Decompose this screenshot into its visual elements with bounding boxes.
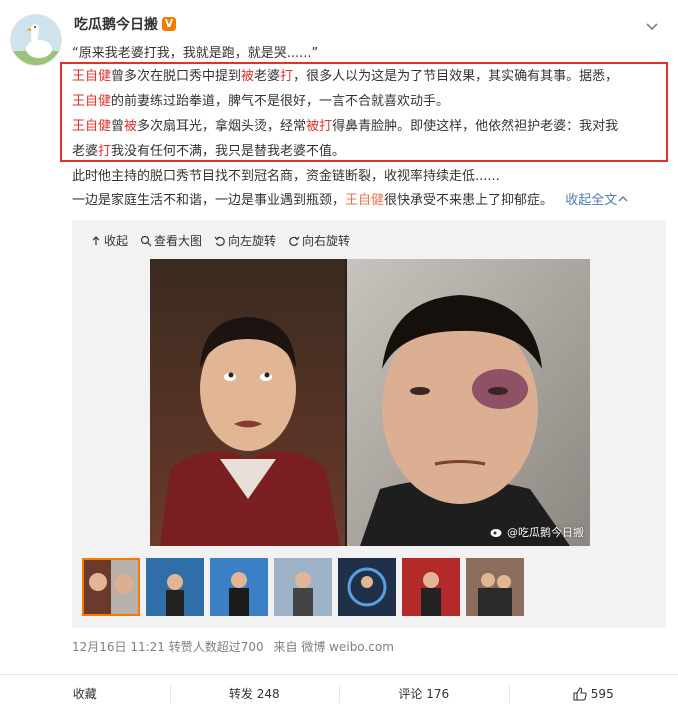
thumbnail-image [146, 558, 204, 616]
favorite-label: 收藏 [72, 687, 97, 701]
quote-text: “原来我老婆打我，我就是跑，就是哭......” [72, 46, 319, 61]
rotate-right-icon [289, 236, 300, 246]
text-span: 老婆 [72, 144, 99, 159]
text-span: 此时他主持的脱口秀节目找不到冠名商，资金链断裂，收视率持续走低...... [72, 169, 500, 184]
thumbnail[interactable] [82, 558, 140, 616]
post-quote: “原来我老婆打我，我就是跑，就是哭......” [72, 42, 318, 61]
forward-button[interactable]: 转发 248 [169, 675, 340, 712]
chevron-up-icon [618, 196, 628, 202]
author-name-label: 吃瓜鹅今日搬 [74, 17, 158, 33]
name-link[interactable]: 王自健 [345, 193, 384, 208]
text-span: 一边是家庭生活不和谐，一边是事业遇到瓶颈， [72, 193, 346, 208]
name-highlight: 王自健 [72, 119, 112, 134]
action-bar: 收藏 转发 248 评论 176 595 [0, 674, 678, 712]
thumbnail-image [274, 558, 332, 616]
thumbnail-image [466, 558, 524, 616]
word-highlight: 打 [280, 69, 294, 84]
text-span: 很快承受不来患上了抑郁症。 [384, 193, 554, 208]
goose-avatar-icon [11, 15, 61, 65]
view-large-button[interactable]: 查看大图 [140, 232, 202, 249]
verified-badge-icon: V [162, 17, 176, 31]
thumbnail[interactable] [338, 558, 396, 616]
thumbnail[interactable] [210, 558, 268, 616]
rotate-left-icon [214, 236, 225, 246]
text-span: ，很多人以为这是为了节目效果，其实确有其事。据悉， [293, 69, 619, 84]
post-line-1: 王自健曾多次在脱口秀中提到被老婆打，很多人以为这是为了节目效果，其实确有其事。据… [72, 66, 618, 88]
thumbnail[interactable] [146, 558, 204, 616]
view-large-label: 查看大图 [154, 234, 203, 248]
main-photo[interactable]: @吃瓜鹅今日搬 [150, 259, 590, 546]
word-highlight: 打 [98, 144, 112, 159]
media-viewer: 收起 查看大图 向左旋转 向右旋转 @吃瓜鹅今日搬 [72, 220, 666, 628]
collapse-image-label: 收起 [104, 234, 129, 248]
weibo-logo-icon [490, 529, 502, 537]
thumbnail-strip [82, 558, 524, 616]
word-highlight: 被 [124, 119, 138, 134]
post-date[interactable]: 12月16日 11:21 [72, 640, 165, 654]
photo-watermark: @吃瓜鹅今日搬 [490, 524, 584, 540]
word-highlight: 被打 [306, 119, 333, 134]
rotate-right-label: 向右旋转 [302, 234, 351, 248]
word-highlight: 被 [241, 69, 255, 84]
post-line-3: 王自健曾被多次扇耳光，拿烟头烫，经常被打得鼻青脸肿。即使这样，他依然袒护老婆：我… [72, 116, 618, 138]
text-span: 老婆 [254, 69, 281, 84]
rotate-left-label: 向左旋转 [228, 234, 277, 248]
media-toolbar: 收起 查看大图 向左旋转 向右旋转 [90, 232, 350, 249]
text-span: 曾多次在脱口秀中提到 [111, 69, 242, 84]
thumbnail-image [338, 558, 396, 616]
thumbs-up-icon [573, 686, 587, 701]
thumbnail[interactable] [274, 558, 332, 616]
comment-button[interactable]: 评论 176 [339, 675, 509, 712]
rotate-left-button[interactable]: 向左旋转 [214, 232, 276, 249]
thumbnail-image [84, 560, 138, 614]
text-span: 我没有任何不满，我只是替我老婆不值。 [111, 144, 346, 159]
text-span: 多次扇耳光，拿烟头烫，经常 [137, 119, 307, 134]
magnifier-icon [140, 235, 152, 246]
favorite-button[interactable]: 收藏 [0, 675, 170, 712]
post-line-6: 一边是家庭生活不和谐，一边是事业遇到瓶颈，王自健很快承受不来患上了抑郁症。 收起… [72, 190, 629, 212]
collapse-image-button[interactable]: 收起 [90, 232, 128, 249]
thumbnail[interactable] [402, 558, 460, 616]
thumbnail-image [210, 558, 268, 616]
forward-label: 转发 248 [228, 687, 280, 701]
text-span: 曾 [111, 119, 125, 134]
thumbnail-image [402, 558, 460, 616]
name-highlight: 王自健 [72, 94, 112, 109]
post-line-5: 此时他主持的脱口秀节目找不到冠名商，资金链断裂，收视率持续走低...... [72, 166, 500, 188]
text-span: 的前妻练过跆拳道，脾气不是很好，一言不合就喜欢动手。 [111, 94, 450, 109]
post-line-2: 王自健的前妻练过跆拳道，脾气不是很好，一言不合就喜欢动手。 [72, 91, 449, 113]
comment-label: 评论 176 [398, 687, 450, 701]
name-highlight: 王自健 [72, 69, 112, 84]
text-span: 得鼻青脸肿。即使这样，他依然袒护老婆：我对我 [332, 119, 619, 134]
likes-note: 转赞人数超过700 [168, 640, 264, 654]
chevron-down-icon[interactable] [644, 18, 660, 34]
rotate-right-button[interactable]: 向右旋转 [288, 232, 350, 249]
like-count: 595 [590, 686, 614, 701]
post-meta: 12月16日 11:21 转赞人数超过700 来自 微博 weibo.com [72, 638, 394, 655]
post-line-4: 老婆打我没有任何不满，我只是替我老婆不值。 [72, 141, 345, 163]
collapse-label: 收起全文 [565, 193, 618, 208]
like-button[interactable]: 595 [508, 675, 678, 712]
photo-collage-image [150, 259, 590, 546]
collapse-full-text-link[interactable]: 收起全文 [565, 193, 629, 208]
avatar[interactable] [10, 14, 62, 66]
author-name[interactable]: 吃瓜鹅今日搬 V [74, 14, 176, 34]
source-link[interactable]: 微博 weibo.com [301, 640, 394, 654]
thumbnail[interactable] [466, 558, 524, 616]
source-prefix: 来自 [273, 640, 298, 654]
watermark-text: @吃瓜鹅今日搬 [507, 526, 584, 539]
collapse-arrow-icon [92, 235, 100, 245]
